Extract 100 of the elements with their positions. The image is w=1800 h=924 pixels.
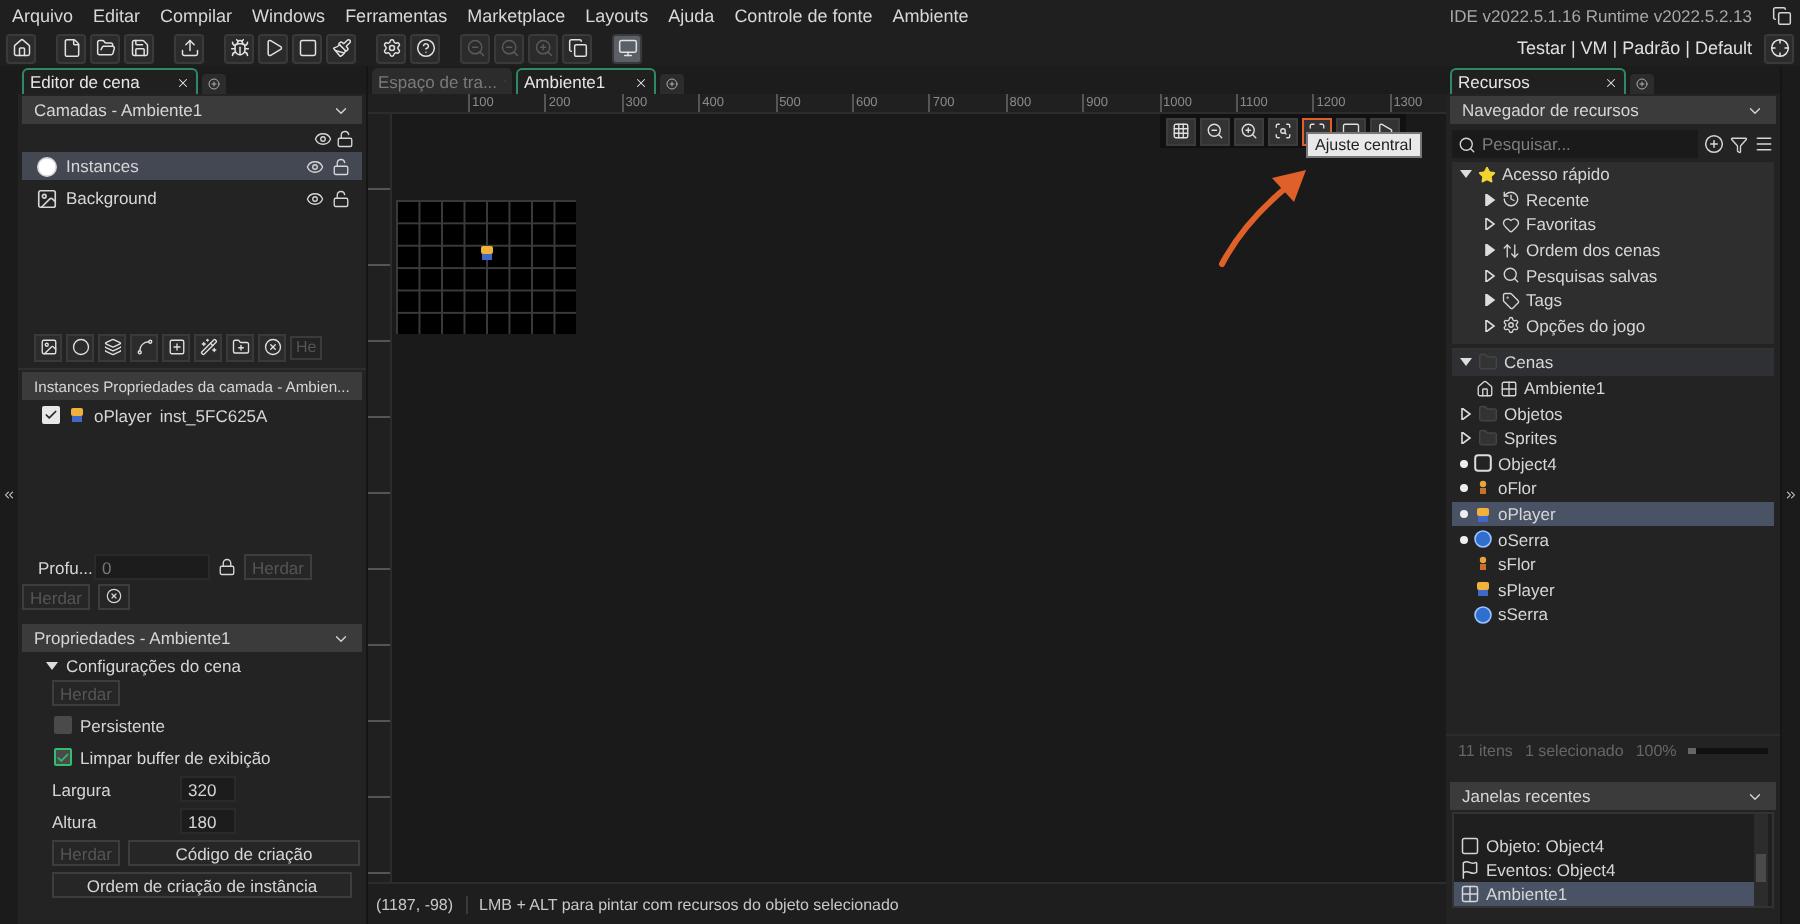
- resource-name[interactable]: Ambiente1: [1524, 378, 1606, 399]
- debug-button[interactable]: [224, 33, 254, 63]
- checkbox[interactable]: [54, 716, 72, 734]
- editor-tab[interactable]: Editor de cena: [22, 68, 198, 94]
- tooltip: Ajuste central: [1305, 132, 1422, 158]
- bullet-icon: [1460, 535, 1468, 544]
- menu-item[interactable]: Marketplace: [467, 5, 566, 25]
- number-field[interactable]: 320: [180, 776, 236, 802]
- menu-item[interactable]: Editar: [93, 5, 141, 25]
- clean-icon: [331, 38, 351, 58]
- layer-folder-button[interactable]: [226, 333, 254, 361]
- resources-tab[interactable]: Recursos: [1450, 68, 1626, 94]
- tree-label[interactable]: Tags: [1526, 290, 1562, 311]
- menu-item[interactable]: Ajuda: [668, 5, 715, 25]
- expanded-arrow-icon[interactable]: [46, 660, 58, 672]
- add-tab-button[interactable]: [660, 74, 684, 94]
- creation-code-button[interactable]: Código de criação: [127, 840, 360, 866]
- scrollbar[interactable]: [1754, 814, 1768, 906]
- grid-icon: [1172, 122, 1190, 140]
- clean-button[interactable]: [326, 33, 356, 63]
- zoom-in-button[interactable]: [1234, 117, 1264, 145]
- panel-header[interactable]: Camadas - Ambiente1: [22, 96, 362, 124]
- target-button[interactable]: [1764, 33, 1794, 63]
- path-layer-button[interactable]: [130, 333, 158, 361]
- export-button[interactable]: [174, 33, 204, 63]
- menu-item[interactable]: Ambiente: [892, 5, 969, 25]
- selection-count: 1 selecionado: [1524, 742, 1624, 760]
- resource-name[interactable]: oFlor: [1498, 478, 1537, 499]
- zoom-out-button[interactable]: [1200, 117, 1230, 145]
- panel-header[interactable]: Janelas recentes: [1450, 782, 1776, 810]
- add-icon: [1704, 134, 1724, 154]
- background-layer-button[interactable]: [34, 333, 62, 361]
- recent-window[interactable]: Eventos: Object4: [1486, 860, 1616, 880]
- target-selector[interactable]: Testar | VM | Padrão | Default: [1516, 38, 1752, 58]
- delete-layer-button[interactable]: [258, 333, 286, 361]
- tree-label[interactable]: Recente: [1526, 189, 1590, 210]
- section-title[interactable]: Configurações do cena: [66, 656, 241, 676]
- resource-name[interactable]: Objetos: [1504, 403, 1563, 424]
- room-canvas[interactable]: Ajuste central: [392, 114, 1446, 882]
- number-field[interactable]: 180: [180, 808, 236, 834]
- resource-name[interactable]: sFlor: [1498, 554, 1536, 575]
- save-button[interactable]: [124, 33, 154, 63]
- tree-label[interactable]: Favoritas: [1526, 214, 1596, 235]
- tree-label[interactable]: Opções do jogo: [1526, 315, 1646, 336]
- layer-row[interactable]: Instances: [22, 152, 362, 180]
- document-tab[interactable]: Ambiente1: [516, 68, 656, 94]
- grid-button[interactable]: [1166, 117, 1196, 145]
- crosshair-icon: [1769, 38, 1789, 58]
- path-layer-icon: [135, 338, 153, 356]
- resource-name[interactable]: oSerra: [1498, 529, 1550, 550]
- menu-item[interactable]: Windows: [252, 5, 326, 25]
- menu-item[interactable]: Controle de fonte: [734, 5, 873, 25]
- recent-window[interactable]: Objeto: Object4: [1486, 836, 1605, 856]
- tree-label[interactable]: Pesquisas salvas: [1526, 265, 1658, 286]
- tile-layer-button[interactable]: [98, 333, 126, 361]
- instance-checkbox[interactable]: [42, 406, 60, 424]
- layer-folder-icon: [231, 338, 249, 356]
- zoom-reset-button[interactable]: [1268, 117, 1298, 145]
- help-icon: [415, 38, 435, 58]
- checkbox[interactable]: [54, 748, 72, 766]
- panel-header[interactable]: Propriedades - Ambiente1: [22, 624, 362, 652]
- lock-icon: [218, 558, 236, 576]
- resource-name[interactable]: Sprites: [1504, 428, 1557, 449]
- layer-row[interactable]: Background: [22, 184, 362, 212]
- expanded-arrow-icon[interactable]: [1460, 356, 1472, 369]
- resource-name[interactable]: Object4: [1498, 453, 1557, 474]
- menu-item[interactable]: Arquivo: [12, 5, 74, 25]
- background-layer-icon: [39, 338, 57, 356]
- settings-button[interactable]: [376, 33, 406, 63]
- monitor-button[interactable]: [612, 33, 642, 63]
- new-file-button[interactable]: [56, 33, 86, 63]
- resource-name[interactable]: Cenas: [1504, 352, 1554, 373]
- instance-layer-button[interactable]: [66, 333, 94, 361]
- resource-name[interactable]: sSerra: [1498, 604, 1549, 625]
- open-folder-button[interactable]: [90, 33, 120, 63]
- tree-label[interactable]: Ordem dos cenas: [1526, 240, 1661, 261]
- resource-name[interactable]: sPlayer: [1498, 579, 1555, 600]
- clear-button[interactable]: [97, 584, 130, 610]
- search-field[interactable]: Pesquisar...: [1452, 130, 1698, 158]
- export-icon: [179, 38, 199, 58]
- home-button[interactable]: [6, 33, 36, 63]
- run-button[interactable]: [258, 33, 288, 63]
- field-label: Largura: [52, 779, 113, 799]
- depth-field[interactable]: 0: [94, 554, 210, 580]
- panel-header[interactable]: Navegador de recursos: [1450, 96, 1776, 124]
- help-button[interactable]: [410, 33, 440, 63]
- expanded-arrow-icon[interactable]: [1460, 168, 1472, 181]
- tree-label[interactable]: Acesso rápido: [1502, 164, 1610, 185]
- creation-order-button[interactable]: Ordem de criação de instância: [52, 872, 352, 898]
- menu-item[interactable]: Layouts: [585, 5, 649, 25]
- resource-name[interactable]: oPlayer: [1498, 504, 1556, 525]
- menu-item[interactable]: Ferramentas: [345, 5, 448, 25]
- zoom-out-icon: [499, 38, 519, 58]
- stop-button[interactable]: [292, 33, 322, 63]
- menu-item[interactable]: Compilar: [160, 5, 233, 25]
- add-tab-button[interactable]: [1630, 74, 1654, 94]
- effect-layer-button[interactable]: [194, 333, 222, 361]
- add-tab-button[interactable]: [202, 74, 226, 94]
- folder-icon: [1478, 428, 1498, 449]
- asset-layer-button[interactable]: [162, 333, 190, 361]
